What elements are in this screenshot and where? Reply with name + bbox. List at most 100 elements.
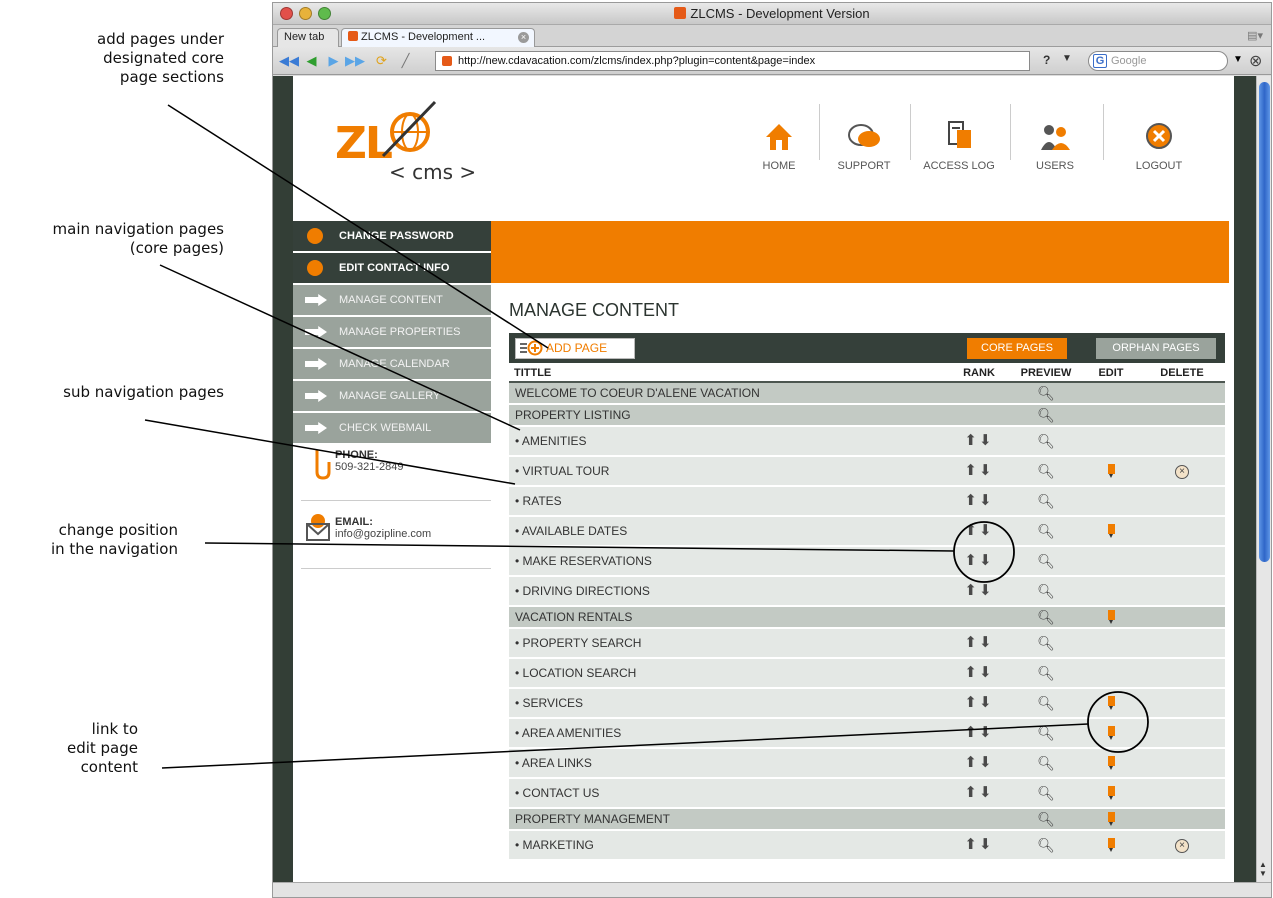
sidebar-item-check-webmail[interactable]: CHECK WEBMAIL <box>293 413 491 443</box>
rank-arrows-icon[interactable]: ⬆⬇ <box>964 583 993 599</box>
magnifier-icon[interactable]: 🔍︎ <box>1037 493 1055 509</box>
reader-icon[interactable]: ⊗ <box>1249 51 1262 71</box>
edit-icon[interactable]: ╱ <box>397 53 414 69</box>
reload-button[interactable]: ⟳ <box>373 53 390 69</box>
magnifier-icon[interactable]: 🔍︎ <box>1037 609 1055 625</box>
page-title-cell[interactable]: PROPERTY MANAGEMENT <box>509 808 949 831</box>
tab-zlcms[interactable]: ZLCMS - Development ... × <box>341 28 535 47</box>
forward-button[interactable]: ▶ <box>325 53 342 69</box>
pencil-icon[interactable] <box>1107 695 1115 710</box>
page-title-cell[interactable]: PROPERTY LISTING <box>509 404 949 427</box>
delete-icon[interactable]: × <box>1175 465 1189 479</box>
page-title-cell[interactable]: • AVAILABLE DATES <box>509 516 949 547</box>
search-input[interactable]: G Google <box>1088 51 1228 71</box>
page-title-cell[interactable]: • CONTACT US <box>509 778 949 809</box>
pencil-icon[interactable] <box>1107 811 1115 826</box>
pencil-icon[interactable] <box>1107 609 1115 624</box>
page-title-cell[interactable]: • DRIVING DIRECTIONS <box>509 576 949 607</box>
vertical-scrollbar[interactable]: ▲ ▼ <box>1256 76 1271 882</box>
page-title-cell[interactable]: WELCOME TO COEUR D'ALENE VACATION <box>509 382 949 405</box>
page-title-cell[interactable]: • LOCATION SEARCH <box>509 658 949 689</box>
page-title-cell[interactable]: • AMENITIES <box>509 426 949 457</box>
magnifier-icon[interactable]: 🔍︎ <box>1037 407 1055 423</box>
contact-email: EMAIL: info@gozipline.com <box>335 516 525 540</box>
nav-users[interactable]: USERS <box>1025 98 1085 178</box>
tab-new[interactable]: New tab <box>277 28 339 47</box>
magnifier-icon[interactable]: 🔍︎ <box>1037 811 1055 827</box>
rank-arrows-icon[interactable]: ⬆⬇ <box>964 755 993 771</box>
sidebar-item-manage-content[interactable]: MANAGE CONTENT <box>293 285 491 315</box>
pencil-icon[interactable] <box>1107 837 1115 852</box>
pencil-icon[interactable] <box>1107 785 1115 800</box>
magnifier-icon[interactable]: 🔍︎ <box>1037 433 1055 449</box>
sidebar-item-manage-calendar[interactable]: MANAGE CALENDAR <box>293 349 491 379</box>
sidebar-item-edit-contact-info[interactable]: EDIT CONTACT INFO <box>293 253 491 283</box>
add-page-button[interactable]: ADD PAGE <box>515 338 635 359</box>
page-title-cell[interactable]: • AREA LINKS <box>509 748 949 779</box>
rank-arrows-icon[interactable]: ⬆⬇ <box>964 553 993 569</box>
delete-cell <box>1139 808 1225 831</box>
rank-arrows-icon[interactable]: ⬆⬇ <box>964 695 993 711</box>
page-title-cell[interactable]: • RATES <box>509 486 949 517</box>
rank-arrows-icon[interactable]: ⬆⬇ <box>964 523 993 539</box>
tab-core-pages[interactable]: CORE PAGES <box>967 338 1067 359</box>
page-title-cell[interactable]: VACATION RENTALS <box>509 606 949 629</box>
pencil-icon[interactable] <box>1107 463 1115 478</box>
email-value[interactable]: info@gozipline.com <box>335 528 431 540</box>
delete-icon[interactable]: × <box>1175 839 1189 853</box>
magnifier-icon[interactable]: 🔍︎ <box>1037 463 1055 479</box>
sidebar-item-change-password[interactable]: CHANGE PASSWORD <box>293 221 491 251</box>
url-dropdown-icon[interactable]: ▼ <box>1062 53 1072 64</box>
url-field[interactable]: http://new.cdavacation.com/zlcms/index.p… <box>435 51 1030 71</box>
delete-cell <box>1139 628 1225 659</box>
rank-arrows-icon[interactable]: ⬆⬇ <box>964 433 993 449</box>
magnifier-icon[interactable]: 🔍︎ <box>1037 523 1055 539</box>
pencil-icon[interactable] <box>1107 755 1115 770</box>
last-page-icon[interactable]: ▶▶ <box>345 53 365 69</box>
magnifier-icon[interactable]: 🔍︎ <box>1037 755 1055 771</box>
scrollbar-thumb[interactable] <box>1259 82 1270 562</box>
magnifier-icon[interactable]: 🔍︎ <box>1037 695 1055 711</box>
page-left-margin <box>273 76 293 882</box>
close-tab-icon[interactable]: × <box>518 32 529 43</box>
help-icon[interactable]: ? <box>1043 53 1050 67</box>
preview-cell: 🔍︎ <box>1009 688 1083 719</box>
rank-arrows-icon[interactable]: ⬆⬇ <box>964 725 993 741</box>
nav-home[interactable]: HOME <box>749 98 809 178</box>
page-title-cell[interactable]: • PROPERTY SEARCH <box>509 628 949 659</box>
rank-arrows-icon[interactable]: ⬆⬇ <box>964 785 993 801</box>
nav-support[interactable]: SUPPORT <box>829 98 899 178</box>
search-dropdown-icon[interactable]: ▼ <box>1233 54 1243 65</box>
magnifier-icon[interactable]: 🔍︎ <box>1037 385 1055 401</box>
scroll-arrows-icon[interactable]: ▲ ▼ <box>1259 860 1267 878</box>
magnifier-icon[interactable]: 🔍︎ <box>1037 583 1055 599</box>
magnifier-icon[interactable]: 🔍︎ <box>1037 665 1055 681</box>
tab-list-menu-icon[interactable]: ▤▾ <box>1247 29 1263 42</box>
sidebar-item-manage-gallery[interactable]: MANAGE GALLERY <box>293 381 491 411</box>
pencil-icon[interactable] <box>1107 725 1115 740</box>
magnifier-icon[interactable]: 🔍︎ <box>1037 725 1055 741</box>
pencil-icon[interactable] <box>1107 523 1115 538</box>
contact-phone: PHONE: 509-321-2849 <box>335 449 525 473</box>
page-title-cell[interactable]: • SERVICES <box>509 688 949 719</box>
page-title-cell[interactable]: • MAKE RESERVATIONS <box>509 546 949 577</box>
rank-arrows-icon[interactable]: ⬆⬇ <box>964 635 993 651</box>
rank-arrows-icon[interactable]: ⬆⬇ <box>964 463 993 479</box>
tab-orphan-pages[interactable]: ORPHAN PAGES <box>1096 338 1216 359</box>
nav-access-log[interactable]: ACCESS LOG <box>919 98 999 178</box>
nav-logout[interactable]: LOGOUT <box>1129 98 1189 178</box>
rank-arrows-icon[interactable]: ⬆⬇ <box>964 837 993 853</box>
page-title-cell[interactable]: • AREA AMENITIES <box>509 718 949 749</box>
magnifier-icon[interactable]: 🔍︎ <box>1037 837 1055 853</box>
sidebar-item-manage-properties[interactable]: MANAGE PROPERTIES <box>293 317 491 347</box>
page-title-cell[interactable]: • VIRTUAL TOUR <box>509 456 949 487</box>
rank-arrows-icon[interactable]: ⬆⬇ <box>964 665 993 681</box>
magnifier-icon[interactable]: 🔍︎ <box>1037 553 1055 569</box>
magnifier-icon[interactable]: 🔍︎ <box>1037 635 1055 651</box>
rank-cell: ⬆⬇ <box>949 778 1009 809</box>
magnifier-icon[interactable]: 🔍︎ <box>1037 785 1055 801</box>
back-button[interactable]: ◀ <box>303 53 320 69</box>
page-title-cell[interactable]: • MARKETING <box>509 830 949 861</box>
rank-arrows-icon[interactable]: ⬆⬇ <box>964 493 993 509</box>
first-page-icon[interactable]: ◀◀ <box>279 53 299 69</box>
